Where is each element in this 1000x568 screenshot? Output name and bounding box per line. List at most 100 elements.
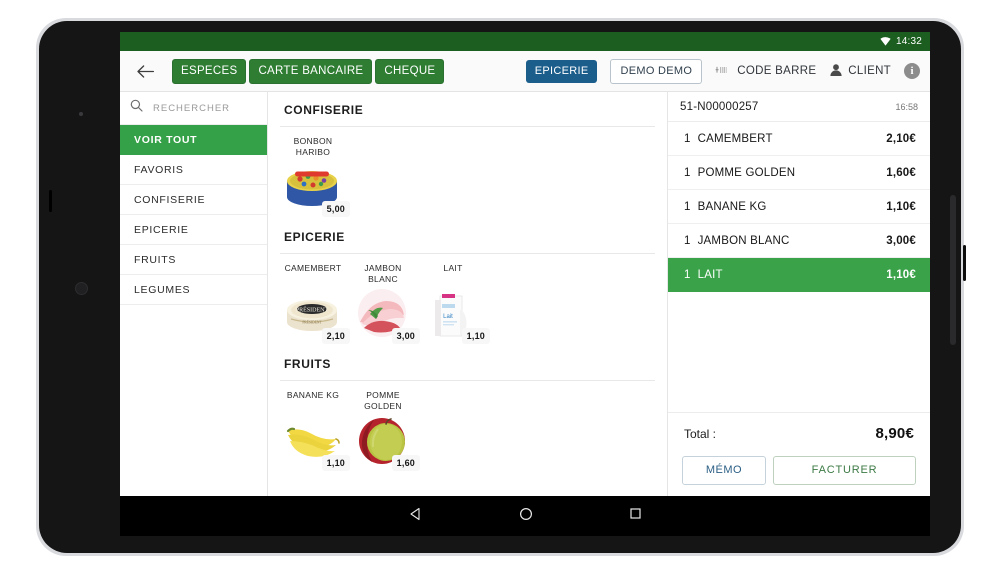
svg-text:Lait: Lait	[443, 314, 453, 320]
svg-text:PRÉSIDENT: PRÉSIDENT	[302, 320, 322, 325]
back-arrow-icon[interactable]	[132, 58, 158, 84]
ticket-time: 16:58	[895, 102, 918, 112]
item-qty: 1	[684, 132, 691, 145]
receipt-row-left: 1 POMME GOLDEN	[684, 167, 795, 179]
tablet-screen: 14:32 ESPECES CARTE BANCAIRE CHEQUE EPIC…	[120, 32, 930, 536]
product-image-bananas: 1,10	[282, 415, 350, 471]
receipt-panel: 51-N00000257 16:58 1 CAMEMBERT 2,10€ 1 P…	[668, 92, 930, 496]
front-camera	[75, 282, 88, 295]
receipt-row-left: 1 LAIT	[684, 269, 723, 281]
product-price: 1,60	[391, 455, 420, 471]
wifi-icon	[880, 33, 891, 51]
app-bar-right-group: EPICERIE DEMO DEMO CODE BARRE CLIENT i	[525, 58, 920, 84]
search-icon	[130, 99, 143, 117]
product-tile-banane-kg[interactable]: BANANE KG 1,10	[282, 389, 350, 471]
item-name: POMME GOLDEN	[697, 166, 796, 179]
receipt-item-list: 1 CAMEMBERT 2,10€ 1 POMME GOLDEN 1,60€ 1…	[668, 122, 930, 412]
product-image-ham-slices: 3,00	[352, 288, 420, 344]
receipt-header: 51-N00000257 16:58	[668, 92, 930, 122]
product-name: CAMEMBERT	[284, 263, 342, 273]
product-image-golden-apple: 1,60	[352, 415, 420, 471]
status-bar: 14:32	[120, 32, 930, 51]
item-name: LAIT	[697, 269, 723, 281]
power-button[interactable]	[963, 245, 966, 281]
product-tile-camembert[interactable]: CAMEMBERT PRÉSIDENT PRÉSIDENT 2,10	[282, 262, 350, 344]
sidebar-item-favoris[interactable]: FAVORIS	[120, 155, 267, 185]
sidebar-item-voir-tout[interactable]: VOIR TOUT	[120, 125, 267, 155]
item-amount: 1,60€	[886, 166, 916, 179]
product-price: 5,00	[321, 201, 350, 217]
product-row-epicerie: CAMEMBERT PRÉSIDENT PRÉSIDENT 2,10 JAMBO…	[280, 254, 655, 346]
square-recents-icon[interactable]	[629, 507, 642, 525]
product-image-milk-carton: Lait 1,10	[422, 288, 490, 344]
category-sidebar: RECHERCHER VOIR TOUT FAVORIS CONFISERIE …	[120, 92, 268, 496]
product-tile-lait[interactable]: LAIT Lait 1,10	[422, 262, 490, 344]
sidebar-item-fruits[interactable]: FRUITS	[120, 245, 267, 275]
receipt-row[interactable]: 1 CAMEMBERT 2,10€	[668, 122, 930, 156]
person-icon	[829, 63, 843, 80]
barcode-icon	[715, 65, 732, 78]
product-name: LAIT	[443, 263, 463, 273]
workspace: RECHERCHER VOIR TOUT FAVORIS CONFISERIE …	[120, 92, 930, 496]
status-time: 14:32	[895, 36, 922, 47]
product-catalog: CONFISERIE BONBON HARIBO 5,00 EPICERIE C…	[268, 92, 668, 496]
product-name: JAMBON BLANC	[364, 263, 402, 285]
payment-method-group: ESPECES CARTE BANCAIRE CHEQUE	[172, 58, 445, 84]
item-amount: 1,10€	[886, 200, 916, 213]
client-label: CLIENT	[848, 65, 891, 77]
client-button[interactable]: CLIENT	[829, 63, 891, 80]
product-tile-pomme-golden[interactable]: POMME GOLDEN 1,60	[352, 389, 420, 471]
section-title-confiserie: CONFISERIE	[280, 92, 655, 127]
receipt-footer: Total : 8,90€ MÉMO FACTURER	[668, 412, 930, 496]
total-value: 8,90€	[875, 425, 914, 442]
sidebar-item-epicerie[interactable]: EPICERIE	[120, 215, 267, 245]
product-name: BANANE KG	[286, 390, 340, 400]
barcode-button[interactable]: CODE BARRE	[715, 65, 816, 78]
total-label: Total :	[684, 427, 717, 441]
product-price: 2,10	[321, 328, 350, 344]
android-nav-bar	[120, 496, 930, 536]
sidebar-item-legumes[interactable]: LEGUMES	[120, 275, 267, 305]
triangle-back-icon[interactable]	[409, 507, 423, 526]
user-badge[interactable]: DEMO DEMO	[610, 58, 703, 84]
product-image-camembert-president: PRÉSIDENT PRÉSIDENT 2,10	[282, 288, 350, 344]
receipt-row-left: 1 BANANE KG	[684, 201, 767, 213]
product-price: 1,10	[321, 455, 350, 471]
sensor-dot	[79, 112, 83, 116]
item-name: CAMEMBERT	[697, 132, 773, 145]
receipt-row[interactable]: 1 BANANE KG 1,10€	[668, 190, 930, 224]
item-qty: 1	[684, 234, 691, 247]
product-tile-jambon-blanc[interactable]: JAMBON BLANC 3,00	[352, 262, 420, 344]
product-price: 1,10	[461, 328, 490, 344]
store-badge[interactable]: EPICERIE	[525, 59, 598, 83]
sidebar-item-confiserie[interactable]: CONFISERIE	[120, 185, 267, 215]
search-placeholder: RECHERCHER	[153, 102, 231, 114]
receipt-row[interactable]: 1 POMME GOLDEN 1,60€	[668, 156, 930, 190]
side-shading	[950, 195, 956, 345]
item-name: BANANE KG	[697, 200, 767, 213]
payment-button-carte-bancaire[interactable]: CARTE BANCAIRE	[249, 58, 373, 84]
payment-button-especes[interactable]: ESPECES	[172, 58, 247, 84]
info-icon[interactable]: i	[904, 63, 920, 79]
item-amount: 1,10€	[886, 269, 916, 281]
screenshot-stage: 14:32 ESPECES CARTE BANCAIRE CHEQUE EPIC…	[0, 0, 1000, 568]
app-bar: ESPECES CARTE BANCAIRE CHEQUE EPICERIE D…	[120, 51, 930, 92]
item-qty: 1	[684, 166, 691, 179]
memo-button[interactable]: MÉMO	[682, 456, 766, 485]
product-row-fruits: BANANE KG 1,10 POMME GOLDEN 1,60	[280, 381, 655, 473]
product-name: POMME GOLDEN	[364, 390, 402, 412]
item-name: JAMBON BLANC	[697, 234, 790, 247]
facturer-button[interactable]: FACTURER	[773, 456, 916, 485]
item-amount: 2,10€	[886, 132, 916, 145]
payment-button-cheque[interactable]: CHEQUE	[375, 58, 445, 84]
circle-home-icon[interactable]	[519, 507, 533, 526]
barcode-label: CODE BARRE	[737, 65, 817, 77]
receipt-row[interactable]: 1 JAMBON BLANC 3,00€	[668, 224, 930, 258]
receipt-row-selected[interactable]: 1 LAIT 1,10€	[668, 258, 930, 292]
item-amount: 3,00€	[886, 234, 916, 247]
product-image-haribo-candy-box: 5,00	[282, 161, 350, 217]
receipt-action-buttons: MÉMO FACTURER	[682, 456, 916, 485]
item-qty: 1	[684, 269, 691, 281]
search-input[interactable]: RECHERCHER	[120, 92, 267, 125]
product-tile-bonbon-haribo[interactable]: BONBON HARIBO 5,00	[282, 135, 350, 217]
